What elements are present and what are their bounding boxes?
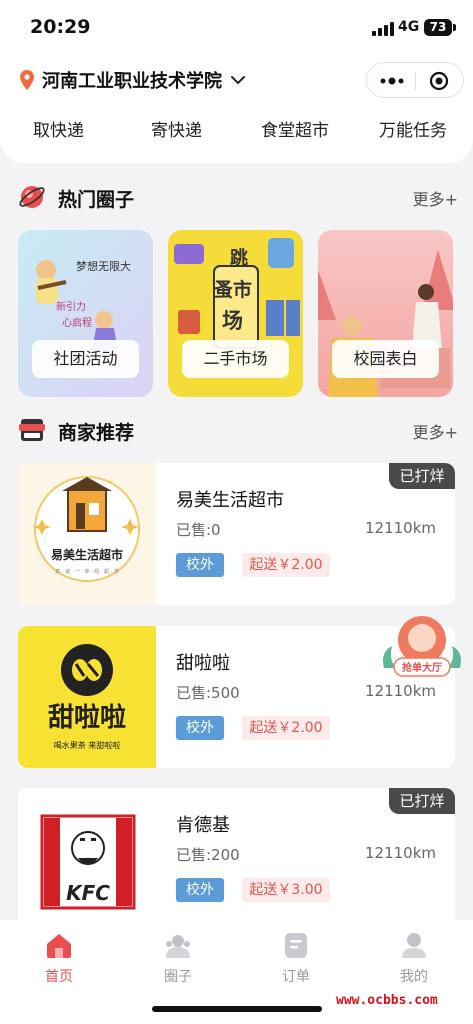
circle-card-label: 二手市场 (182, 340, 289, 378)
off-campus-tag: 校外 (176, 553, 224, 577)
signal-icon (372, 22, 394, 36)
min-order-tag: 起送￥2.00 (242, 553, 330, 577)
quick-nav: 取快递 寄快递 食堂超市 万能任务 (0, 116, 473, 142)
merchant-logo: KFC (18, 788, 156, 930)
location-name: 河南工业职业技术学院 (42, 71, 222, 92)
merchant-card[interactable]: 易美生活超市 真 · 诚 · 一 · 家 · 经 · 超 · 市 易美生活超市 … (18, 463, 455, 605)
merchant-distance: 12110km (364, 519, 436, 537)
svg-text:甜啦啦: 甜啦啦 (48, 702, 126, 733)
close-miniprogram-icon[interactable] (429, 71, 449, 91)
tab-profile[interactable]: 我的 (384, 930, 444, 986)
svg-text:心启程: 心启程 (62, 316, 92, 329)
svg-text:蚤市: 蚤市 (214, 278, 252, 301)
chevron-down-icon (231, 76, 245, 85)
closed-badge: 已打烊 (389, 788, 455, 814)
tab-label: 我的 (400, 969, 428, 985)
location-selector[interactable]: 河南工业职业技术学院 (20, 66, 246, 94)
svg-text:跳: 跳 (230, 247, 248, 269)
home-icon (47, 934, 71, 958)
merchant-card[interactable]: KFC 肯德基 已售:200 12110km 校外 起送￥3.00 已打烊 (18, 788, 455, 930)
hot-circles-title: 热门圈子 (58, 189, 135, 211)
order-hall-float-button[interactable]: 抢单大厅 (380, 612, 464, 682)
svg-text:梦想无限大: 梦想无限大 (76, 259, 131, 273)
circle-card-clubs[interactable]: 梦想无限大 新引力 心启程 社团活动 (18, 230, 153, 397)
profile-icon (402, 933, 426, 958)
tab-orders[interactable]: 订单 (266, 930, 326, 986)
min-order-tag: 起送￥3.00 (242, 878, 330, 902)
merchant-name: 易美生活超市 (176, 490, 284, 511)
merchants-more-link[interactable]: 更多+ (413, 419, 458, 443)
svg-text:KFC: KFC (66, 881, 110, 905)
home-indicator (152, 1006, 322, 1012)
hot-circles-header: 热门圈子 更多+ (18, 183, 458, 213)
quick-nav-pickup[interactable]: 取快递 (33, 116, 84, 141)
planet-icon (19, 186, 45, 208)
tab-label: 圈子 (164, 969, 192, 985)
tab-circles[interactable]: 圈子 (148, 930, 208, 986)
svg-text:易美生活超市: 易美生活超市 (51, 547, 123, 562)
merchant-sold-count: 已售:0 (176, 521, 221, 539)
min-order-tag: 起送￥2.00 (242, 716, 330, 740)
merchants-header: 商家推荐 更多+ (18, 416, 458, 446)
location-pin-icon (20, 70, 34, 90)
circle-card-label: 校园表白 (332, 340, 439, 378)
circle-card-label: 社团活动 (32, 340, 139, 378)
svg-text:抢单大厅: 抢单大厅 (402, 661, 442, 674)
more-icon[interactable] (379, 75, 405, 87)
merchant-logo: 甜啦啦 喝水果茶 来甜啦啦 (18, 626, 156, 768)
network-type: 4G (398, 19, 420, 35)
merchant-distance: 12110km (364, 682, 436, 700)
battery-icon: 73 (424, 19, 456, 36)
closed-badge: 已打烊 (389, 463, 455, 489)
off-campus-tag: 校外 (176, 716, 224, 740)
circle-icon (166, 935, 190, 958)
status-bar: 20:29 4G 73 (0, 14, 473, 44)
capsule-divider (415, 72, 416, 90)
tab-label: 订单 (282, 969, 310, 985)
merchant-name: 甜啦啦 (176, 653, 230, 674)
tab-label: 首页 (45, 969, 73, 985)
merchants-title: 商家推荐 (58, 422, 135, 444)
svg-text:场: 场 (222, 309, 243, 333)
hot-circles-more-link[interactable]: 更多+ (413, 186, 458, 210)
svg-text:新引力: 新引力 (56, 300, 86, 313)
tab-home[interactable]: 首页 (29, 930, 89, 986)
miniprogram-capsule (366, 62, 464, 98)
watermark: www.ocbbs.com (336, 993, 438, 1008)
svg-text:喝水果茶 来甜啦啦: 喝水果茶 来甜啦啦 (54, 740, 121, 750)
circle-card-confession[interactable]: 校园表白 (318, 230, 453, 397)
quick-nav-send[interactable]: 寄快递 (151, 116, 202, 141)
off-campus-tag: 校外 (176, 878, 224, 902)
order-icon (285, 933, 307, 958)
merchant-sold-count: 已售:200 (176, 846, 240, 864)
merchant-logo: 易美生活超市 真 · 诚 · 一 · 家 · 经 · 超 · 市 (18, 463, 156, 605)
merchant-distance: 12110km (364, 844, 436, 862)
header-card: 20:29 4G 73 河南工业职业技术学院 取快递 寄快递 食堂超市 万能任务 (0, 0, 473, 163)
circle-card-secondhand[interactable]: 跳 蚤市 场 二手市场 (168, 230, 303, 397)
merchant-name: 肯德基 (176, 815, 230, 836)
quick-nav-tasks[interactable]: 万能任务 (379, 116, 447, 141)
status-time: 20:29 (30, 16, 91, 38)
merchant-sold-count: 已售:500 (176, 684, 240, 702)
quick-nav-canteen[interactable]: 食堂超市 (261, 116, 329, 141)
store-icon (19, 419, 45, 441)
svg-text:真 · 诚 · 一 · 家 · 经 · 超 · 市: 真 · 诚 · 一 · 家 · 经 · 超 · 市 (55, 568, 119, 575)
